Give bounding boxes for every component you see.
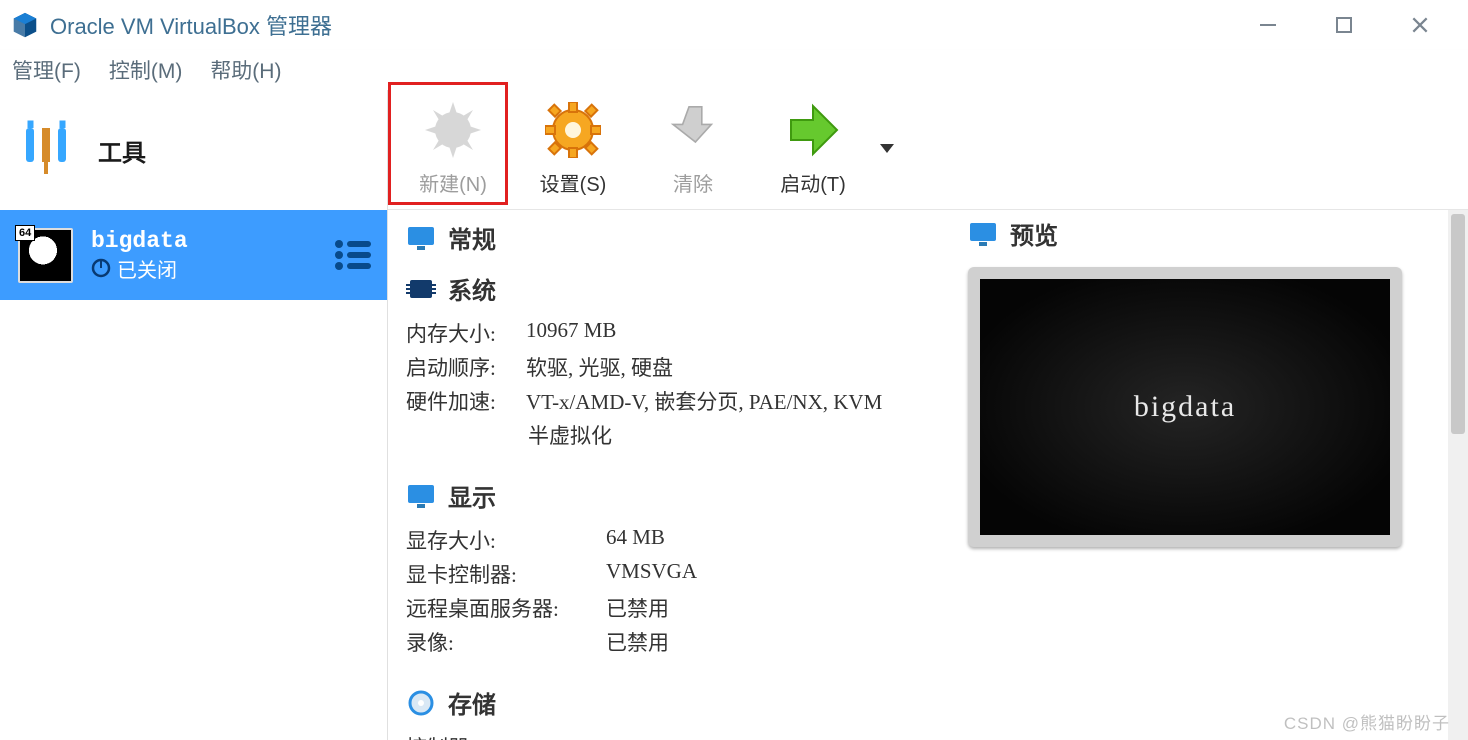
monitor-icon — [406, 225, 436, 251]
display-vram-row: 显存大小: 64 MB — [398, 523, 950, 557]
display-icon — [406, 483, 436, 509]
window-controls — [1250, 7, 1458, 43]
start-label: 启动(T) — [780, 168, 846, 197]
gear-icon — [545, 102, 601, 158]
section-storage[interactable]: 存储 — [398, 679, 950, 730]
arch-badge: 64 — [15, 225, 35, 241]
section-general-title: 常规 — [448, 220, 496, 255]
controller-value: VMSVGA — [606, 559, 697, 589]
settings-label: 设置(S) — [540, 168, 607, 197]
preview-screen: bigdata — [980, 279, 1390, 535]
scrollbar-thumb[interactable] — [1451, 214, 1465, 434]
tools-icon — [20, 120, 80, 180]
memory-label: 内存大小: — [406, 318, 526, 348]
accel-value2: 半虚拟化 — [528, 420, 612, 450]
details-panel: 常规 系统 内存大小: 10967 MB 启动顺序: 软驱, 光驱, 硬盘 — [388, 210, 950, 740]
right-column: 新建(N) 设置(S) — [388, 90, 1468, 740]
vm-texts: bigdata 已关闭 — [91, 228, 333, 283]
tools-label: 工具 — [98, 133, 146, 168]
preview-vm-name: bigdata — [1134, 390, 1236, 424]
storage-controller: 控制器: IDE — [406, 732, 515, 740]
virtualbox-app-icon — [10, 10, 40, 40]
vram-label: 显存大小: — [406, 525, 606, 555]
close-button[interactable] — [1402, 7, 1438, 43]
section-general[interactable]: 常规 — [398, 214, 950, 265]
window-title: Oracle VM VirtualBox 管理器 — [50, 9, 1250, 41]
menu-file[interactable]: 管理(F) — [12, 55, 81, 85]
menu-control[interactable]: 控制(M) — [109, 55, 182, 85]
left-column: 工具 64 bigdata 已关闭 — [0, 90, 388, 740]
titlebar: Oracle VM VirtualBox 管理器 — [0, 0, 1468, 50]
start-arrow-icon — [785, 102, 841, 158]
watermark: CSDN @熊猫盼盼子 — [1284, 709, 1450, 734]
boot-label: 启动顺序: — [406, 352, 526, 382]
preview-pane: 预览 bigdata — [950, 210, 1448, 740]
discard-arrow-icon — [665, 102, 721, 158]
new-button[interactable]: 新建(N) — [408, 102, 498, 197]
chip-icon — [406, 276, 436, 302]
display-controller-row: 显卡控制器: VMSVGA — [398, 557, 950, 591]
storage-controller-row: 控制器: IDE — [398, 730, 950, 740]
vm-state-text: 已关闭 — [117, 254, 177, 283]
section-storage-title: 存储 — [448, 685, 496, 720]
toolbar: 新建(N) 设置(S) — [388, 90, 1468, 210]
recording-label: 录像: — [406, 627, 606, 657]
rdp-label: 远程桌面服务器: — [406, 593, 606, 623]
vm-name: bigdata — [91, 228, 333, 254]
disk-icon — [406, 690, 436, 716]
start-dropdown-icon[interactable] — [878, 139, 896, 160]
preview-title: 预览 — [1010, 216, 1058, 251]
vram-value: 64 MB — [606, 525, 665, 555]
menu-help[interactable]: 帮助(H) — [210, 55, 281, 85]
hamburger-details-icon[interactable] — [333, 238, 373, 272]
start-button[interactable]: 启动(T) — [768, 102, 858, 197]
scrollbar[interactable] — [1448, 210, 1468, 740]
system-accel-row2: 半虚拟化 — [398, 418, 950, 452]
tools-row[interactable]: 工具 — [0, 90, 387, 210]
system-accel-row: 硬件加速: VT-x/AMD-V, 嵌套分页, PAE/NX, KVM — [398, 384, 950, 418]
main-area: 工具 64 bigdata 已关闭 — [0, 90, 1468, 740]
section-preview: 预览 — [968, 216, 1430, 267]
display-recording-row: 录像: 已禁用 — [398, 625, 950, 659]
details-wrap: 常规 系统 内存大小: 10967 MB 启动顺序: 软驱, 光驱, 硬盘 — [388, 210, 1468, 740]
accel-value: VT-x/AMD-V, 嵌套分页, PAE/NX, KVM — [526, 386, 882, 416]
system-memory-row: 内存大小: 10967 MB — [398, 316, 950, 350]
boot-value: 软驱, 光驱, 硬盘 — [526, 352, 673, 382]
preview-monitor-icon — [968, 221, 998, 247]
vm-state: 已关闭 — [91, 254, 333, 283]
discard-button[interactable]: 清除 — [648, 102, 738, 197]
memory-value: 10967 MB — [526, 318, 616, 348]
display-rdp-row: 远程桌面服务器: 已禁用 — [398, 591, 950, 625]
minimize-button[interactable] — [1250, 7, 1286, 43]
menubar: 管理(F) 控制(M) 帮助(H) — [0, 50, 1468, 90]
settings-button[interactable]: 设置(S) — [528, 102, 618, 197]
new-label: 新建(N) — [419, 168, 487, 197]
accel-label: 硬件加速: — [406, 386, 526, 416]
section-display[interactable]: 显示 — [398, 472, 950, 523]
section-display-title: 显示 — [448, 478, 496, 513]
power-icon — [91, 258, 111, 278]
section-system-title: 系统 — [448, 271, 496, 306]
sunburst-icon — [425, 102, 481, 158]
recording-value: 已禁用 — [606, 627, 669, 657]
rdp-value: 已禁用 — [606, 593, 669, 623]
vm-item-bigdata[interactable]: 64 bigdata 已关闭 — [0, 210, 387, 300]
preview-box: bigdata — [968, 267, 1402, 547]
linux-os-icon: 64 — [18, 228, 73, 283]
system-boot-row: 启动顺序: 软驱, 光驱, 硬盘 — [398, 350, 950, 384]
maximize-button[interactable] — [1326, 7, 1362, 43]
discard-label: 清除 — [673, 168, 713, 197]
section-system[interactable]: 系统 — [398, 265, 950, 316]
controller-label: 显卡控制器: — [406, 559, 606, 589]
